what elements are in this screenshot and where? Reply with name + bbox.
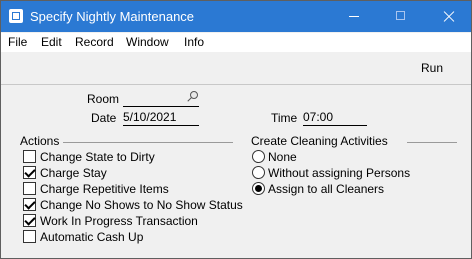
cleaning-without-assigning-radio[interactable]: [252, 166, 265, 179]
charge-repetitive-items-label: Charge Repetitive Items: [40, 182, 169, 196]
charge-stay-label: Charge Stay: [40, 166, 107, 180]
room-field[interactable]: [123, 90, 199, 107]
time-label: Time: [271, 111, 298, 125]
menu-bar: File Edit Record Window Info: [1, 33, 471, 52]
menu-window[interactable]: Window: [126, 35, 169, 49]
date-value: 5/10/2021: [123, 110, 177, 124]
cleaning-divider: [407, 142, 457, 143]
maximize-icon[interactable]: [378, 1, 424, 32]
window-title: Specify Nightly Maintenance: [30, 9, 195, 24]
change-state-dirty-label: Change State to Dirty: [40, 150, 155, 164]
charge-stay-checkbox[interactable]: [23, 166, 36, 179]
change-state-dirty-checkbox[interactable]: [23, 150, 36, 163]
close-icon[interactable]: [425, 1, 471, 32]
charge-repetitive-items-checkbox[interactable]: [23, 182, 36, 195]
cleaning-group-title: Create Cleaning Activities: [251, 134, 388, 148]
cleaning-none-radio[interactable]: [252, 150, 265, 163]
cleaning-without-assigning-label: Without assigning Persons: [268, 166, 411, 180]
title-bar[interactable]: Specify Nightly Maintenance: [1, 1, 471, 32]
room-label: Room: [87, 92, 120, 106]
maintenance-window: Specify Nightly Maintenance File Edit Re…: [0, 0, 472, 259]
change-no-shows-checkbox[interactable]: [23, 198, 36, 211]
minimize-icon[interactable]: [331, 1, 377, 32]
toolbar: Run: [1, 52, 471, 85]
menu-record[interactable]: Record: [75, 35, 114, 49]
search-icon[interactable]: [187, 91, 198, 101]
date-field[interactable]: 5/10/2021: [123, 109, 199, 126]
cleaning-none-label: None: [268, 150, 297, 164]
actions-divider: [63, 142, 233, 143]
menu-info[interactable]: Info: [184, 35, 204, 49]
work-in-progress-checkbox[interactable]: [23, 214, 36, 227]
actions-group-title: Actions: [20, 134, 60, 148]
cleaning-assign-all-radio[interactable]: [252, 182, 265, 195]
automatic-cash-up-checkbox[interactable]: [23, 230, 36, 243]
time-field[interactable]: 07:00: [303, 109, 367, 126]
app-icon: [9, 9, 23, 23]
time-value: 07:00: [303, 110, 334, 124]
automatic-cash-up-label: Automatic Cash Up: [40, 230, 144, 244]
cleaning-assign-all-label: Assign to all Cleaners: [268, 182, 385, 196]
menu-file[interactable]: File: [8, 35, 27, 49]
run-button[interactable]: Run: [421, 61, 443, 75]
change-no-shows-label: Change No Shows to No Show Status: [40, 198, 243, 212]
menu-edit[interactable]: Edit: [41, 35, 62, 49]
date-label: Date: [91, 111, 117, 125]
work-in-progress-label: Work In Progress Transaction: [40, 214, 198, 228]
